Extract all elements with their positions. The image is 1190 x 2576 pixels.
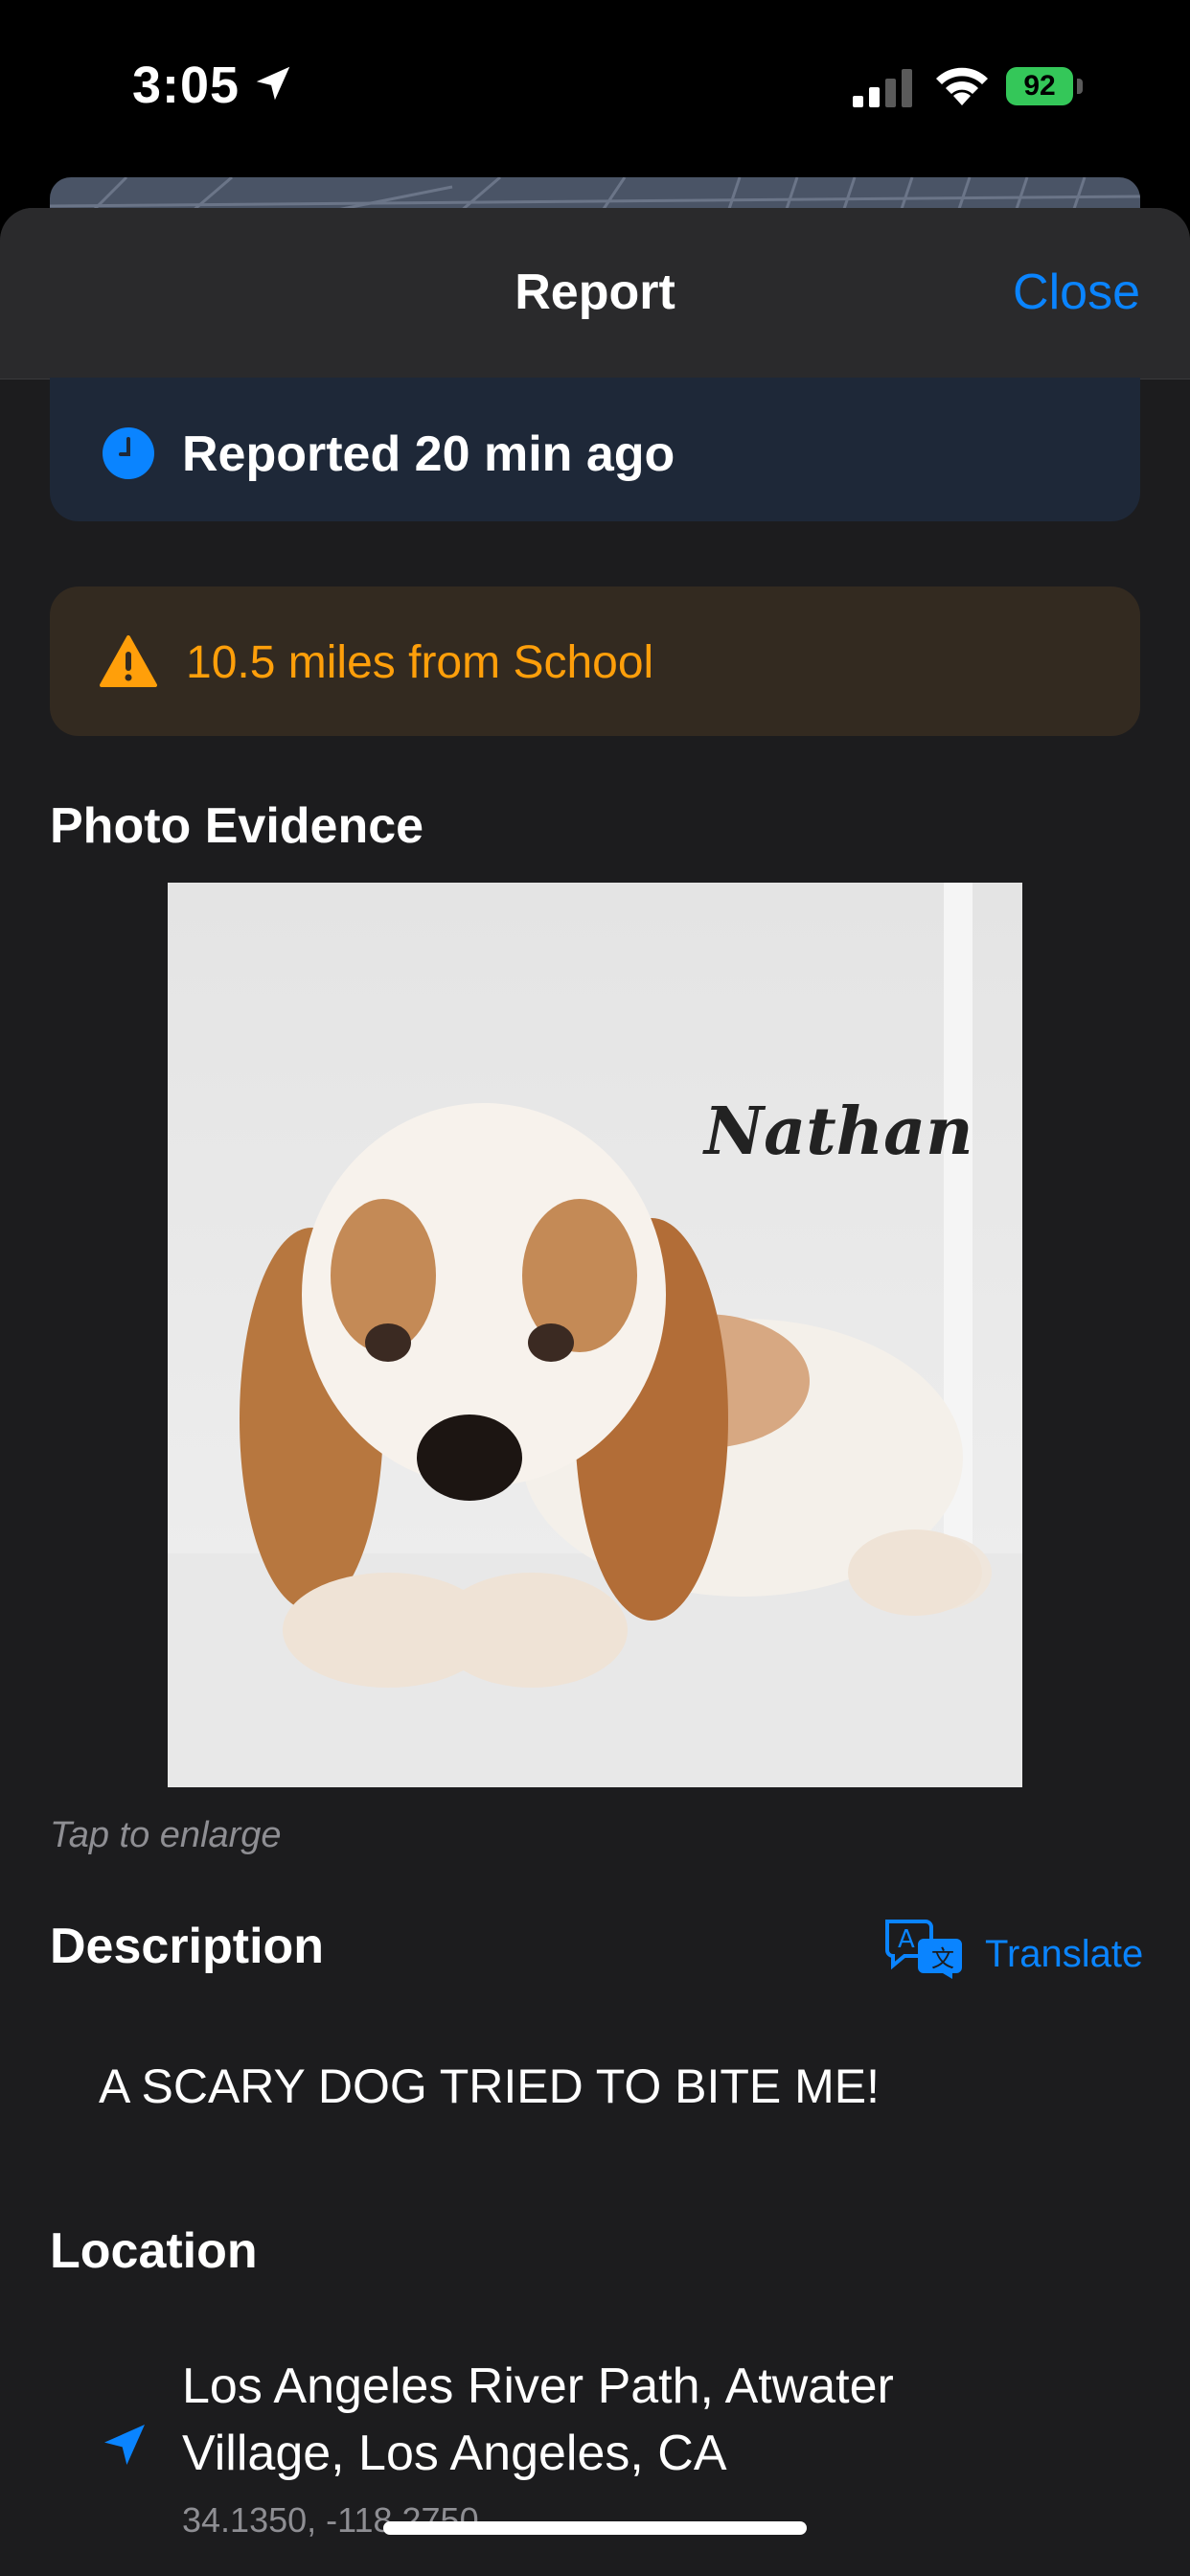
close-button[interactable]: Close [1013,264,1140,321]
photo-evidence-image[interactable]: Nathan [168,883,1022,1787]
distance-warning-text: 10.5 miles from School [186,637,654,688]
description-heading: Description [50,1919,325,1974]
photo-name-label: Nathan [704,1093,973,1170]
navigation-bar: Report Close [0,208,1190,380]
tap-to-enlarge-caption: Tap to enlarge [50,1815,282,1855]
home-indicator[interactable] [383,2521,807,2535]
wifi-icon [936,67,988,105]
reported-time-text: Reported 20 min ago [182,426,675,482]
battery-nub [1077,79,1083,94]
location-services-icon [256,66,290,101]
dog-photo-illustration [168,883,1022,1787]
report-sheet: Report Close Reported 20 min ago 10.5 mi… [0,208,1190,2576]
translate-label: Translate [985,1933,1144,1975]
cellular-signal-icon [853,69,912,107]
reported-time-card: Reported 20 min ago [50,378,1140,521]
battery-level: 92 [1006,67,1073,105]
status-time: 3:05 [132,57,240,114]
status-bar: 3:05 92 [0,0,1190,172]
location-arrow-icon [104,2425,145,2465]
battery-indicator: 92 [1006,67,1085,107]
distance-warning-card: 10.5 miles from School [50,586,1140,736]
page-title: Report [515,264,675,320]
description-text: A SCARY DOG TRIED TO BITE ME! [99,2059,881,2113]
svg-text:A: A [898,1925,915,1954]
translate-icon: A 文 [885,1920,962,1979]
location-address: Los Angeles River Path, Atwater Village,… [182,2358,894,2481]
photo-evidence-heading: Photo Evidence [50,798,424,854]
clock-icon [103,427,154,479]
location-heading: Location [50,2223,258,2279]
svg-text:文: 文 [931,1945,954,1972]
warning-triangle-icon [100,635,157,687]
